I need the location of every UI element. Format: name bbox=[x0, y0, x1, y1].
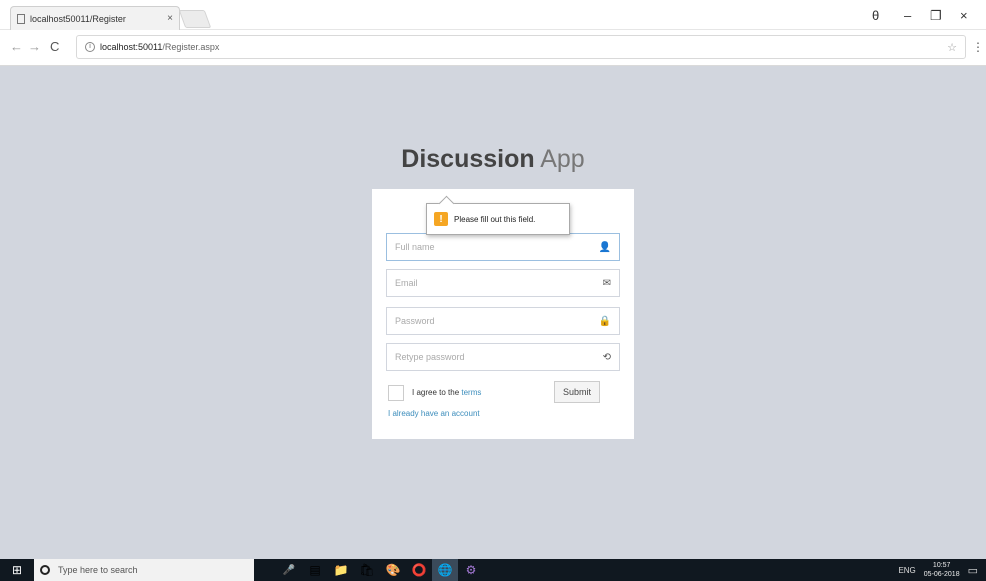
validation-tooltip: ! Please fill out this field. bbox=[426, 203, 570, 235]
forward-button[interactable]: → bbox=[28, 39, 41, 54]
lock-icon: 🔒 bbox=[598, 315, 611, 327]
warning-icon: ! bbox=[434, 212, 448, 226]
url-path: /Register.aspx bbox=[162, 42, 220, 52]
login-icon: ⟲ bbox=[602, 351, 611, 363]
agree-label: I agree to the terms bbox=[412, 388, 481, 397]
password-field[interactable]: 🔒 bbox=[386, 307, 620, 335]
email-input[interactable] bbox=[395, 278, 603, 288]
windows-taskbar: ⊞ Type here to search 🎤 ▤ 📁 🛍 🎨 ⭕ 🌐 ⚙ EN… bbox=[0, 559, 986, 581]
profile-icon[interactable]: θ bbox=[872, 8, 879, 23]
task-view-icon[interactable]: ▤ bbox=[302, 559, 328, 581]
info-icon[interactable]: i bbox=[85, 42, 95, 52]
cortana-icon bbox=[40, 565, 50, 575]
paint-icon[interactable]: 🎨 bbox=[380, 559, 406, 581]
browser-menu-icon[interactable]: ⋮ bbox=[972, 40, 984, 54]
clock-date: 05-06-2018 bbox=[923, 571, 960, 578]
tooltip-text: Please fill out this field. bbox=[454, 214, 536, 224]
notifications-icon[interactable]: ▭ bbox=[968, 564, 978, 577]
person-icon: 👤 bbox=[598, 241, 611, 253]
app-logo[interactable]: Discussion App bbox=[8, 145, 978, 174]
email-field[interactable]: ✉ bbox=[386, 269, 620, 297]
full-name-input[interactable] bbox=[395, 242, 599, 252]
taskbar-search-box[interactable]: Type here to search bbox=[34, 559, 254, 581]
agree-prefix: I agree to the bbox=[412, 388, 462, 397]
close-window-button[interactable]: × bbox=[960, 8, 968, 23]
store-icon[interactable]: 🛍 bbox=[354, 559, 380, 581]
reload-button[interactable]: C bbox=[50, 39, 59, 54]
clock-time: 10:57 bbox=[932, 562, 951, 569]
tray-language[interactable]: ENG bbox=[898, 566, 915, 575]
chrome-icon[interactable]: 🌐 bbox=[432, 559, 458, 581]
retype-password-field[interactable]: ⟲ bbox=[386, 343, 620, 371]
url-host: localhost:50011 bbox=[100, 42, 163, 52]
page-content: Discussion App Register a new User 👤 ✉ 🔒… bbox=[8, 67, 978, 559]
retype-password-input[interactable] bbox=[395, 352, 603, 362]
minimize-button[interactable]: – bbox=[904, 8, 911, 23]
tab-close-icon[interactable]: × bbox=[167, 13, 173, 24]
envelope-icon: ✉ bbox=[602, 277, 611, 289]
password-input[interactable] bbox=[395, 316, 599, 326]
browser-tab[interactable]: localhost50011/Register × bbox=[10, 6, 180, 30]
back-button[interactable]: ← bbox=[10, 39, 23, 54]
browser-window: localhost50011/Register × θ – ❐ × ← → C … bbox=[0, 0, 986, 581]
file-explorer-icon[interactable]: 📁 bbox=[328, 559, 354, 581]
taskbar-search-placeholder: Type here to search bbox=[58, 565, 138, 575]
address-bar[interactable]: i localhost:50011 /Register.aspx ☆ bbox=[76, 35, 966, 59]
visual-studio-icon[interactable]: ⚙ bbox=[458, 559, 484, 581]
brand-bold: Discussion bbox=[401, 145, 535, 173]
browser-toolbar: ← → C i localhost:50011 /Register.aspx ☆ bbox=[0, 30, 986, 66]
tray-clock[interactable]: 10:57 05-06-2018 bbox=[924, 561, 960, 579]
already-have-account-link[interactable]: I already have an account bbox=[388, 409, 480, 418]
submit-button[interactable]: Submit bbox=[554, 381, 600, 403]
terms-checkbox[interactable] bbox=[388, 385, 404, 401]
system-tray: ENG 10:57 05-06-2018 ▭ bbox=[898, 559, 978, 581]
new-tab-button[interactable] bbox=[178, 10, 212, 28]
microphone-icon[interactable]: 🎤 bbox=[276, 559, 302, 581]
windows-start-icon[interactable]: ⊞ bbox=[0, 559, 34, 581]
terms-link[interactable]: terms bbox=[461, 388, 481, 397]
restore-button[interactable]: ❐ bbox=[930, 8, 942, 24]
tab-strip: localhost50011/Register × θ – ❐ × bbox=[0, 0, 986, 30]
opera-icon[interactable]: ⭕ bbox=[406, 559, 432, 581]
bookmark-star-icon[interactable]: ☆ bbox=[947, 41, 957, 54]
brand-light: App bbox=[534, 145, 585, 173]
full-name-field[interactable]: 👤 bbox=[386, 233, 620, 261]
page-icon bbox=[17, 13, 25, 24]
tab-title: localhost50011/Register bbox=[30, 13, 126, 24]
